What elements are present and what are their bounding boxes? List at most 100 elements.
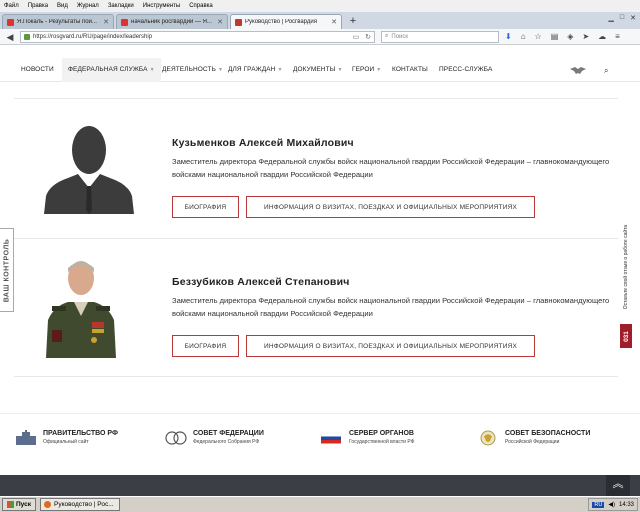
site-navigation: НОВОСТИ ФЕДЕРАЛЬНАЯ СЛУЖБА ▼ ДЕЯТЕЛЬНОСТЬ…: [0, 58, 640, 82]
person-position: Заместитель директора Федеральной службы…: [172, 296, 610, 318]
menu-help[interactable]: Справка: [189, 3, 213, 9]
footer-subtitle: Государственной власти РФ: [349, 439, 415, 445]
download-icon[interactable]: ⬇: [505, 32, 512, 41]
language-indicator[interactable]: RU: [592, 501, 605, 508]
library-icon[interactable]: ▤: [551, 32, 559, 41]
close-window-icon[interactable]: ✕: [630, 14, 636, 22]
row-divider: [14, 238, 618, 239]
person-name: Беззубиков Алексей Степанович: [172, 276, 350, 288]
feedback-number: 031: [622, 330, 630, 342]
footer: ПРАВИТЕЛЬСТВО РФ Официальный сайт СОВЕТ Ф…: [0, 413, 640, 475]
lock-icon: [24, 33, 30, 40]
minimize-icon[interactable]: ▁: [609, 14, 614, 22]
biography-button[interactable]: БИОГРАФИЯ: [172, 196, 239, 218]
search-placeholder: Поиск: [391, 33, 409, 40]
rosgvardia-favicon-icon: [235, 18, 242, 26]
footer-link-government[interactable]: ПРАВИТЕЛЬСТВО РФ Официальный сайт: [14, 430, 118, 446]
menu-file[interactable]: Файл: [4, 3, 19, 9]
government-building-icon: [16, 430, 36, 445]
close-tab-icon[interactable]: ✕: [217, 18, 223, 26]
footer-title: ПРАВИТЕЛЬСТВО РФ: [43, 430, 118, 437]
window-controls: ▁ □ ✕: [609, 14, 637, 22]
site-search-icon[interactable]: ⌕: [604, 66, 608, 76]
maximize-icon[interactable]: □: [620, 14, 624, 22]
home-icon[interactable]: ⌂: [521, 32, 526, 41]
toolbar-icons: ⬇ ⌂ ☆ ▤ ◈ ➤ ☁ ≡: [505, 32, 620, 41]
visits-info-button[interactable]: ИНФОРМАЦИЯ О ВИЗИТАХ, ПОЕЗДКАХ И ОФИЦИАЛ…: [246, 335, 535, 357]
person-name: Кузьменков Алексей Михайлович: [172, 137, 354, 149]
reload-icon[interactable]: ↻: [365, 33, 371, 41]
send-icon[interactable]: ➤: [582, 32, 589, 41]
feedback-label: Оставьте свой отзыв о работе сайта: [623, 224, 629, 310]
menu-icon[interactable]: ≡: [615, 32, 620, 41]
menu-edit[interactable]: Правка: [28, 3, 48, 9]
pocket-icon[interactable]: ◈: [567, 32, 573, 41]
nav-news[interactable]: НОВОСТИ: [21, 58, 54, 82]
footer-title: СЕРВЕР ОРГАНОВ: [349, 430, 414, 437]
tab-title: Руководство | Росгвардия: [245, 19, 317, 25]
yandex-favicon-icon: [7, 18, 14, 26]
footer-link-server[interactable]: СЕРВЕР ОРГАНОВ Государственной власти РФ: [320, 430, 414, 446]
nav-documents[interactable]: ДОКУМЕНТЫ ▼: [293, 58, 343, 82]
browser-tabstrip: Я.Покаль - Результаты пои... ✕ начальник…: [0, 12, 640, 29]
volume-icon[interactable]: ◀): [608, 501, 615, 508]
new-tab-icon[interactable]: +: [346, 15, 360, 29]
nav-press[interactable]: ПРЕСС-СЛУЖБА: [439, 58, 492, 82]
menu-bookmarks[interactable]: Закладки: [108, 3, 134, 9]
your-control-tab[interactable]: ВАШ КОНТРОЛЬ: [0, 228, 14, 312]
address-bar[interactable]: https://rosgvard.ru/RU/page/index/leader…: [20, 30, 375, 43]
eagle-emblem-icon[interactable]: [568, 65, 588, 75]
search-icon: ⌕: [385, 33, 389, 39]
person-photo: [44, 258, 118, 358]
nav-citizens[interactable]: ДЛЯ ГРАЖДАН ▼: [228, 58, 283, 82]
browser-navbar: ◀ https://rosgvard.ru/RU/page/index/lead…: [0, 29, 640, 45]
star-icon[interactable]: ☆: [535, 32, 542, 41]
menu-history[interactable]: Журнал: [77, 3, 99, 9]
search-input[interactable]: ⌕ Поиск: [381, 30, 499, 43]
nav-contacts[interactable]: КОНТАКТЫ: [392, 58, 428, 82]
taskbar-window-firefox[interactable]: Руководство | Рос...: [40, 498, 120, 511]
browser-tab-active[interactable]: Руководство | Росгвардия ✕: [230, 14, 342, 29]
silhouette-avatar-icon: [44, 126, 134, 214]
windows-flag-icon: [7, 501, 14, 508]
biography-button[interactable]: БИОГРАФИЯ: [172, 335, 239, 357]
footer-link-security-council[interactable]: СОВЕТ БЕЗОПАСНОСТИ Российской Федерации: [476, 430, 590, 446]
nav-activity[interactable]: ДЕЯТЕЛЬНОСТЬ ▼: [162, 58, 223, 82]
security-council-emblem-icon: [480, 430, 496, 446]
browser-tab[interactable]: Я.Покаль - Результаты пои... ✕: [2, 14, 114, 29]
menu-tools[interactable]: Инструменты: [143, 3, 180, 9]
footer-title: СОВЕТ ФЕДЕРАЦИИ: [193, 430, 264, 437]
feedback-widget[interactable]: Оставьте свой отзыв о работе сайта 031: [620, 212, 632, 372]
menu-view[interactable]: Вид: [57, 3, 68, 9]
browser-tab[interactable]: начальник росгвардии — Я... ✕: [116, 14, 228, 29]
browser-menubar: Файл Правка Вид Журнал Закладки Инструме…: [0, 0, 640, 12]
footer-subtitle: Официальный сайт: [43, 439, 89, 445]
start-button[interactable]: Пуск: [2, 498, 36, 511]
footer-dark-bar: [0, 475, 640, 496]
close-tab-icon[interactable]: ✕: [331, 18, 337, 26]
person-position: Заместитель директора Федеральной службы…: [172, 157, 610, 179]
footer-subtitle: Федерального Собрания РФ: [193, 439, 260, 445]
system-tray: RU ◀) 14:33: [588, 498, 638, 511]
nav-heroes[interactable]: ГЕРОИ ▼: [352, 58, 381, 82]
firefox-icon: [44, 501, 51, 508]
back-icon[interactable]: ◀: [4, 31, 16, 43]
visits-info-button[interactable]: ИНФОРМАЦИЯ О ВИЗИТАХ, ПОЕЗДКАХ И ОФИЦИАЛ…: [246, 196, 535, 218]
footer-subtitle: Российской Федерации: [505, 439, 560, 445]
yandex-favicon-icon: [121, 18, 128, 26]
url-text: https://rosgvard.ru/RU/page/index/leader…: [33, 33, 153, 40]
reader-icon[interactable]: ▭: [353, 33, 360, 41]
russian-flag-icon: [320, 432, 342, 444]
footer-title: СОВЕТ БЕЗОПАСНОСТИ: [505, 430, 591, 437]
sync-icon[interactable]: ☁: [598, 32, 606, 41]
row-divider: [14, 376, 618, 377]
close-tab-icon[interactable]: ✕: [103, 18, 109, 26]
row-divider: [14, 98, 618, 99]
tab-title: Я.Покаль - Результаты пои...: [17, 19, 97, 25]
footer-link-federation-council[interactable]: СОВЕТ ФЕДЕРАЦИИ Федерального Собрания РФ: [164, 430, 264, 446]
nav-federal-service[interactable]: ФЕДЕРАЛЬНАЯ СЛУЖБА ▼: [62, 58, 161, 82]
federation-council-logo-icon: [165, 431, 187, 445]
clock[interactable]: 14:33: [619, 502, 634, 508]
scroll-to-top-icon[interactable]: ︽: [606, 475, 630, 496]
os-taskbar: Пуск Руководство | Рос... RU ◀) 14:33: [0, 496, 640, 512]
